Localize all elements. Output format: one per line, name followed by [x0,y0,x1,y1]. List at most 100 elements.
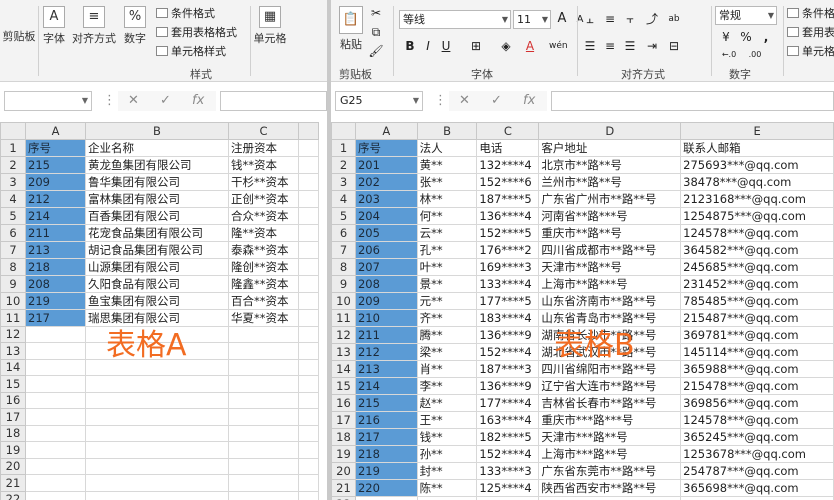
right-formula-input[interactable] [551,91,834,111]
row-header[interactable]: 4 [0,189,26,208]
table-cell[interactable] [298,189,319,208]
insert-function-icon[interactable]: fx [523,91,535,111]
row-header[interactable]: 9 [331,274,356,293]
table-cell[interactable] [298,291,319,310]
row-header[interactable]: 10 [331,291,356,310]
number-button[interactable]: % 数字 [120,6,150,46]
table-cell[interactable]: 李** [416,376,478,395]
left-name-box[interactable]: ▼ [4,91,92,111]
row-header[interactable]: 21 [331,478,356,497]
table-cell[interactable]: 205 [354,223,418,242]
table-cell[interactable] [354,495,418,500]
table-cell[interactable]: 隆**资本 [228,223,299,242]
table-cell[interactable]: 钱**资本 [228,155,299,174]
table-cell[interactable]: 黄龙鱼集团有限公司 [85,155,229,174]
table-cell[interactable]: 兰州市**路**号 [538,172,682,191]
row-header[interactable]: 11 [331,308,356,327]
table-cell[interactable]: 花宠食品集团有限公司 [85,223,229,242]
table-cell[interactable]: 208 [25,274,86,293]
cells-button[interactable]: ▦ 单元格 [252,6,288,46]
table-cell[interactable] [85,391,229,409]
table-cell[interactable] [298,490,319,500]
table-cell[interactable] [228,391,299,409]
table-cell[interactable]: 鲁华集团有限公司 [85,172,229,191]
phonetic-icon[interactable]: wén [549,37,568,55]
row-header[interactable]: 22 [0,490,26,500]
table-cell[interactable]: 齐** [416,308,478,327]
table-cell[interactable]: 何** [416,206,478,225]
column-header[interactable]: B [85,122,229,140]
row-header[interactable]: 2 [331,155,356,174]
row-header[interactable]: 18 [331,427,356,446]
row-header[interactable]: 11 [0,308,26,327]
align-right-icon[interactable]: ☰ [621,37,639,55]
table-cell[interactable]: 182****5 [476,427,540,446]
insert-function-icon[interactable]: fx [192,91,204,111]
table-cell[interactable]: 209 [25,172,86,191]
row-header[interactable]: 13 [331,342,356,361]
table-cell[interactable]: 365988***@qq.com [680,359,834,378]
table-cell[interactable] [228,474,299,492]
table-cell[interactable]: 215487***@qq.com [680,308,834,327]
wrap-text-icon[interactable]: ab [665,10,683,28]
table-cell[interactable]: 215478***@qq.com [680,376,834,395]
table-cell[interactable] [25,408,86,426]
table-cell[interactable]: 218 [25,257,86,276]
table-cell[interactable]: 景** [416,274,478,293]
confirm-icon[interactable]: ✓ [491,91,502,111]
table-cell[interactable]: 钱** [416,427,478,446]
table-cell[interactable]: 136****9 [476,376,540,395]
table-format-button[interactable]: 套用表 [787,24,834,40]
table-cell[interactable] [25,375,86,393]
table-cell[interactable] [228,490,299,500]
table-cell[interactable]: 序号 [354,138,418,157]
table-cell[interactable] [476,495,540,500]
align-bottom-icon[interactable]: ⫟ [621,10,639,28]
table-cell[interactable] [85,457,229,475]
table-cell[interactable]: 百香集团有限公司 [85,206,229,225]
table-cell[interactable]: 136****9 [476,325,540,344]
table-cell[interactable]: 重庆市***路***号 [538,410,682,429]
table-cell[interactable]: 152****6 [476,172,540,191]
table-cell[interactable]: 元** [416,291,478,310]
font-color-icon[interactable]: A [521,37,539,55]
table-cell[interactable] [298,274,319,293]
font-size-combo[interactable]: 11 ▼ [513,10,551,29]
row-header[interactable]: 1 [331,138,356,157]
column-header[interactable]: A [354,122,418,140]
table-cell[interactable]: 187****3 [476,359,540,378]
table-cell[interactable] [25,490,86,500]
cell-style-button[interactable]: 单元格 [787,43,834,59]
table-cell[interactable]: 214 [25,206,86,225]
row-header[interactable]: 14 [0,358,26,376]
table-cell[interactable]: 183****4 [476,308,540,327]
table-cell[interactable]: 2123168***@qq.com [680,189,834,208]
table-cell[interactable] [298,325,319,343]
cancel-icon[interactable]: ✕ [128,91,139,111]
table-cell[interactable]: 叶** [416,257,478,276]
table-cell[interactable]: 上海市***路**号 [538,444,682,463]
table-cell[interactable]: 132****4 [476,155,540,174]
table-cell[interactable] [298,358,319,376]
select-all-corner[interactable] [0,122,26,140]
table-cell[interactable] [228,424,299,442]
table-cell[interactable]: 215 [25,155,86,174]
table-cell[interactable]: 364582***@qq.com [680,240,834,259]
table-cell[interactable] [25,342,86,360]
table-cell[interactable]: 231452***@qq.com [680,274,834,293]
right-name-box[interactable]: G25 ▼ [335,91,423,111]
table-cell[interactable] [25,474,86,492]
table-cell[interactable]: 合众**资本 [228,206,299,225]
table-cell[interactable]: 河南省**路***号 [538,206,682,225]
table-cell[interactable]: 天津市***路**号 [538,427,682,446]
table-cell[interactable]: 365698***@qq.com [680,478,834,497]
table-cell[interactable]: 赵** [416,393,478,412]
row-header[interactable]: 5 [331,206,356,225]
table-cell[interactable]: 四川省成都市**路**号 [538,240,682,259]
table-cell[interactable]: 山源集团有限公司 [85,257,229,276]
table-cell[interactable]: 177****4 [476,393,540,412]
row-header[interactable]: 6 [331,223,356,242]
table-cell[interactable]: 220 [354,478,418,497]
table-cell[interactable]: 百合**资本 [228,291,299,310]
table-cell[interactable]: 重庆市**路**号 [538,223,682,242]
